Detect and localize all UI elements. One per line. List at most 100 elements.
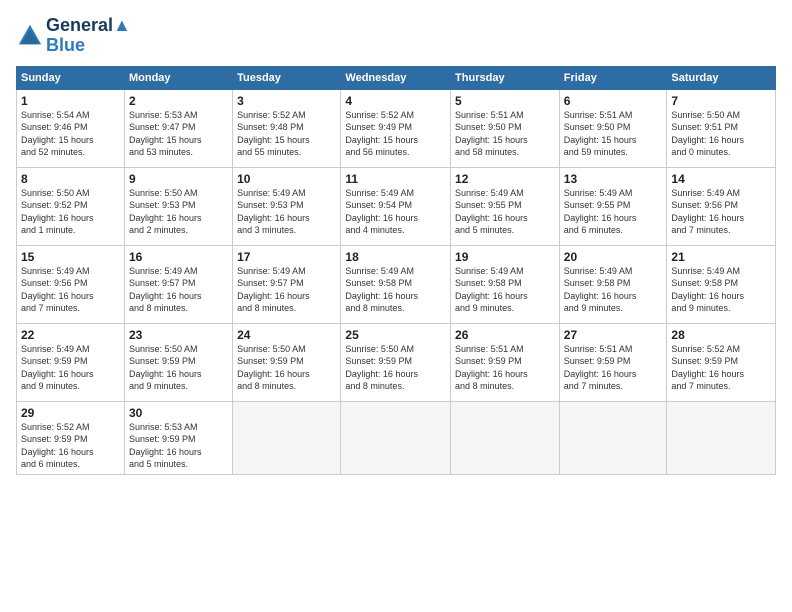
day-info: Sunrise: 5:49 AM Sunset: 9:56 PM Dayligh… [671, 187, 771, 237]
day-info: Sunrise: 5:50 AM Sunset: 9:59 PM Dayligh… [237, 343, 336, 393]
calendar-cell [233, 401, 341, 474]
day-number: 19 [455, 250, 555, 264]
weekday-header: Wednesday [341, 66, 451, 89]
calendar-cell: 28Sunrise: 5:52 AM Sunset: 9:59 PM Dayli… [667, 323, 776, 401]
day-number: 15 [21, 250, 120, 264]
day-number: 16 [129, 250, 228, 264]
calendar-cell: 2Sunrise: 5:53 AM Sunset: 9:47 PM Daylig… [124, 89, 232, 167]
day-number: 12 [455, 172, 555, 186]
day-number: 1 [21, 94, 120, 108]
day-number: 11 [345, 172, 446, 186]
day-number: 18 [345, 250, 446, 264]
calendar-cell: 23Sunrise: 5:50 AM Sunset: 9:59 PM Dayli… [124, 323, 232, 401]
day-number: 6 [564, 94, 663, 108]
day-info: Sunrise: 5:51 AM Sunset: 9:50 PM Dayligh… [455, 109, 555, 159]
calendar-cell: 6Sunrise: 5:51 AM Sunset: 9:50 PM Daylig… [559, 89, 667, 167]
calendar-cell [451, 401, 560, 474]
day-number: 5 [455, 94, 555, 108]
calendar-cell: 17Sunrise: 5:49 AM Sunset: 9:57 PM Dayli… [233, 245, 341, 323]
day-info: Sunrise: 5:53 AM Sunset: 9:47 PM Dayligh… [129, 109, 228, 159]
day-info: Sunrise: 5:51 AM Sunset: 9:50 PM Dayligh… [564, 109, 663, 159]
calendar: SundayMondayTuesdayWednesdayThursdayFrid… [16, 66, 776, 475]
day-info: Sunrise: 5:49 AM Sunset: 9:56 PM Dayligh… [21, 265, 120, 315]
day-number: 9 [129, 172, 228, 186]
calendar-cell: 12Sunrise: 5:49 AM Sunset: 9:55 PM Dayli… [451, 167, 560, 245]
calendar-cell [559, 401, 667, 474]
day-number: 21 [671, 250, 771, 264]
calendar-cell: 24Sunrise: 5:50 AM Sunset: 9:59 PM Dayli… [233, 323, 341, 401]
day-info: Sunrise: 5:50 AM Sunset: 9:53 PM Dayligh… [129, 187, 228, 237]
weekday-header: Saturday [667, 66, 776, 89]
weekday-header: Sunday [17, 66, 125, 89]
day-info: Sunrise: 5:49 AM Sunset: 9:53 PM Dayligh… [237, 187, 336, 237]
calendar-cell: 14Sunrise: 5:49 AM Sunset: 9:56 PM Dayli… [667, 167, 776, 245]
day-info: Sunrise: 5:52 AM Sunset: 9:49 PM Dayligh… [345, 109, 446, 159]
day-number: 17 [237, 250, 336, 264]
logo-text: General▲ Blue [46, 16, 131, 56]
calendar-cell: 27Sunrise: 5:51 AM Sunset: 9:59 PM Dayli… [559, 323, 667, 401]
day-number: 26 [455, 328, 555, 342]
day-info: Sunrise: 5:50 AM Sunset: 9:59 PM Dayligh… [129, 343, 228, 393]
day-number: 3 [237, 94, 336, 108]
day-info: Sunrise: 5:53 AM Sunset: 9:59 PM Dayligh… [129, 421, 228, 471]
day-number: 20 [564, 250, 663, 264]
day-number: 2 [129, 94, 228, 108]
day-number: 22 [21, 328, 120, 342]
calendar-cell: 29Sunrise: 5:52 AM Sunset: 9:59 PM Dayli… [17, 401, 125, 474]
calendar-cell: 19Sunrise: 5:49 AM Sunset: 9:58 PM Dayli… [451, 245, 560, 323]
calendar-cell [341, 401, 451, 474]
day-info: Sunrise: 5:51 AM Sunset: 9:59 PM Dayligh… [564, 343, 663, 393]
calendar-cell: 4Sunrise: 5:52 AM Sunset: 9:49 PM Daylig… [341, 89, 451, 167]
day-number: 29 [21, 406, 120, 420]
weekday-header: Friday [559, 66, 667, 89]
calendar-cell: 22Sunrise: 5:49 AM Sunset: 9:59 PM Dayli… [17, 323, 125, 401]
day-info: Sunrise: 5:49 AM Sunset: 9:54 PM Dayligh… [345, 187, 446, 237]
header: General▲ Blue [16, 16, 776, 56]
day-info: Sunrise: 5:52 AM Sunset: 9:59 PM Dayligh… [21, 421, 120, 471]
day-info: Sunrise: 5:49 AM Sunset: 9:55 PM Dayligh… [455, 187, 555, 237]
day-info: Sunrise: 5:52 AM Sunset: 9:59 PM Dayligh… [671, 343, 771, 393]
calendar-cell: 18Sunrise: 5:49 AM Sunset: 9:58 PM Dayli… [341, 245, 451, 323]
day-info: Sunrise: 5:49 AM Sunset: 9:55 PM Dayligh… [564, 187, 663, 237]
day-info: Sunrise: 5:49 AM Sunset: 9:58 PM Dayligh… [671, 265, 771, 315]
calendar-cell: 5Sunrise: 5:51 AM Sunset: 9:50 PM Daylig… [451, 89, 560, 167]
day-number: 4 [345, 94, 446, 108]
day-number: 23 [129, 328, 228, 342]
day-info: Sunrise: 5:50 AM Sunset: 9:59 PM Dayligh… [345, 343, 446, 393]
day-number: 10 [237, 172, 336, 186]
calendar-cell: 10Sunrise: 5:49 AM Sunset: 9:53 PM Dayli… [233, 167, 341, 245]
calendar-cell: 26Sunrise: 5:51 AM Sunset: 9:59 PM Dayli… [451, 323, 560, 401]
day-info: Sunrise: 5:51 AM Sunset: 9:59 PM Dayligh… [455, 343, 555, 393]
day-number: 28 [671, 328, 771, 342]
day-info: Sunrise: 5:49 AM Sunset: 9:59 PM Dayligh… [21, 343, 120, 393]
calendar-cell: 30Sunrise: 5:53 AM Sunset: 9:59 PM Dayli… [124, 401, 232, 474]
day-number: 7 [671, 94, 771, 108]
weekday-header: Monday [124, 66, 232, 89]
day-info: Sunrise: 5:52 AM Sunset: 9:48 PM Dayligh… [237, 109, 336, 159]
day-number: 30 [129, 406, 228, 420]
weekday-header: Tuesday [233, 66, 341, 89]
day-info: Sunrise: 5:54 AM Sunset: 9:46 PM Dayligh… [21, 109, 120, 159]
calendar-cell: 16Sunrise: 5:49 AM Sunset: 9:57 PM Dayli… [124, 245, 232, 323]
calendar-cell: 9Sunrise: 5:50 AM Sunset: 9:53 PM Daylig… [124, 167, 232, 245]
day-info: Sunrise: 5:49 AM Sunset: 9:57 PM Dayligh… [129, 265, 228, 315]
day-info: Sunrise: 5:49 AM Sunset: 9:58 PM Dayligh… [455, 265, 555, 315]
calendar-cell: 21Sunrise: 5:49 AM Sunset: 9:58 PM Dayli… [667, 245, 776, 323]
logo: General▲ Blue [16, 16, 131, 56]
day-info: Sunrise: 5:49 AM Sunset: 9:57 PM Dayligh… [237, 265, 336, 315]
calendar-cell: 25Sunrise: 5:50 AM Sunset: 9:59 PM Dayli… [341, 323, 451, 401]
calendar-cell: 1Sunrise: 5:54 AM Sunset: 9:46 PM Daylig… [17, 89, 125, 167]
day-info: Sunrise: 5:49 AM Sunset: 9:58 PM Dayligh… [564, 265, 663, 315]
day-number: 8 [21, 172, 120, 186]
calendar-cell [667, 401, 776, 474]
day-number: 13 [564, 172, 663, 186]
calendar-cell: 7Sunrise: 5:50 AM Sunset: 9:51 PM Daylig… [667, 89, 776, 167]
day-number: 14 [671, 172, 771, 186]
page: General▲ Blue SundayMondayTuesdayWednesd… [0, 0, 792, 612]
logo-icon [16, 22, 44, 50]
day-info: Sunrise: 5:50 AM Sunset: 9:51 PM Dayligh… [671, 109, 771, 159]
calendar-cell: 3Sunrise: 5:52 AM Sunset: 9:48 PM Daylig… [233, 89, 341, 167]
calendar-cell: 20Sunrise: 5:49 AM Sunset: 9:58 PM Dayli… [559, 245, 667, 323]
calendar-cell: 8Sunrise: 5:50 AM Sunset: 9:52 PM Daylig… [17, 167, 125, 245]
weekday-header: Thursday [451, 66, 560, 89]
